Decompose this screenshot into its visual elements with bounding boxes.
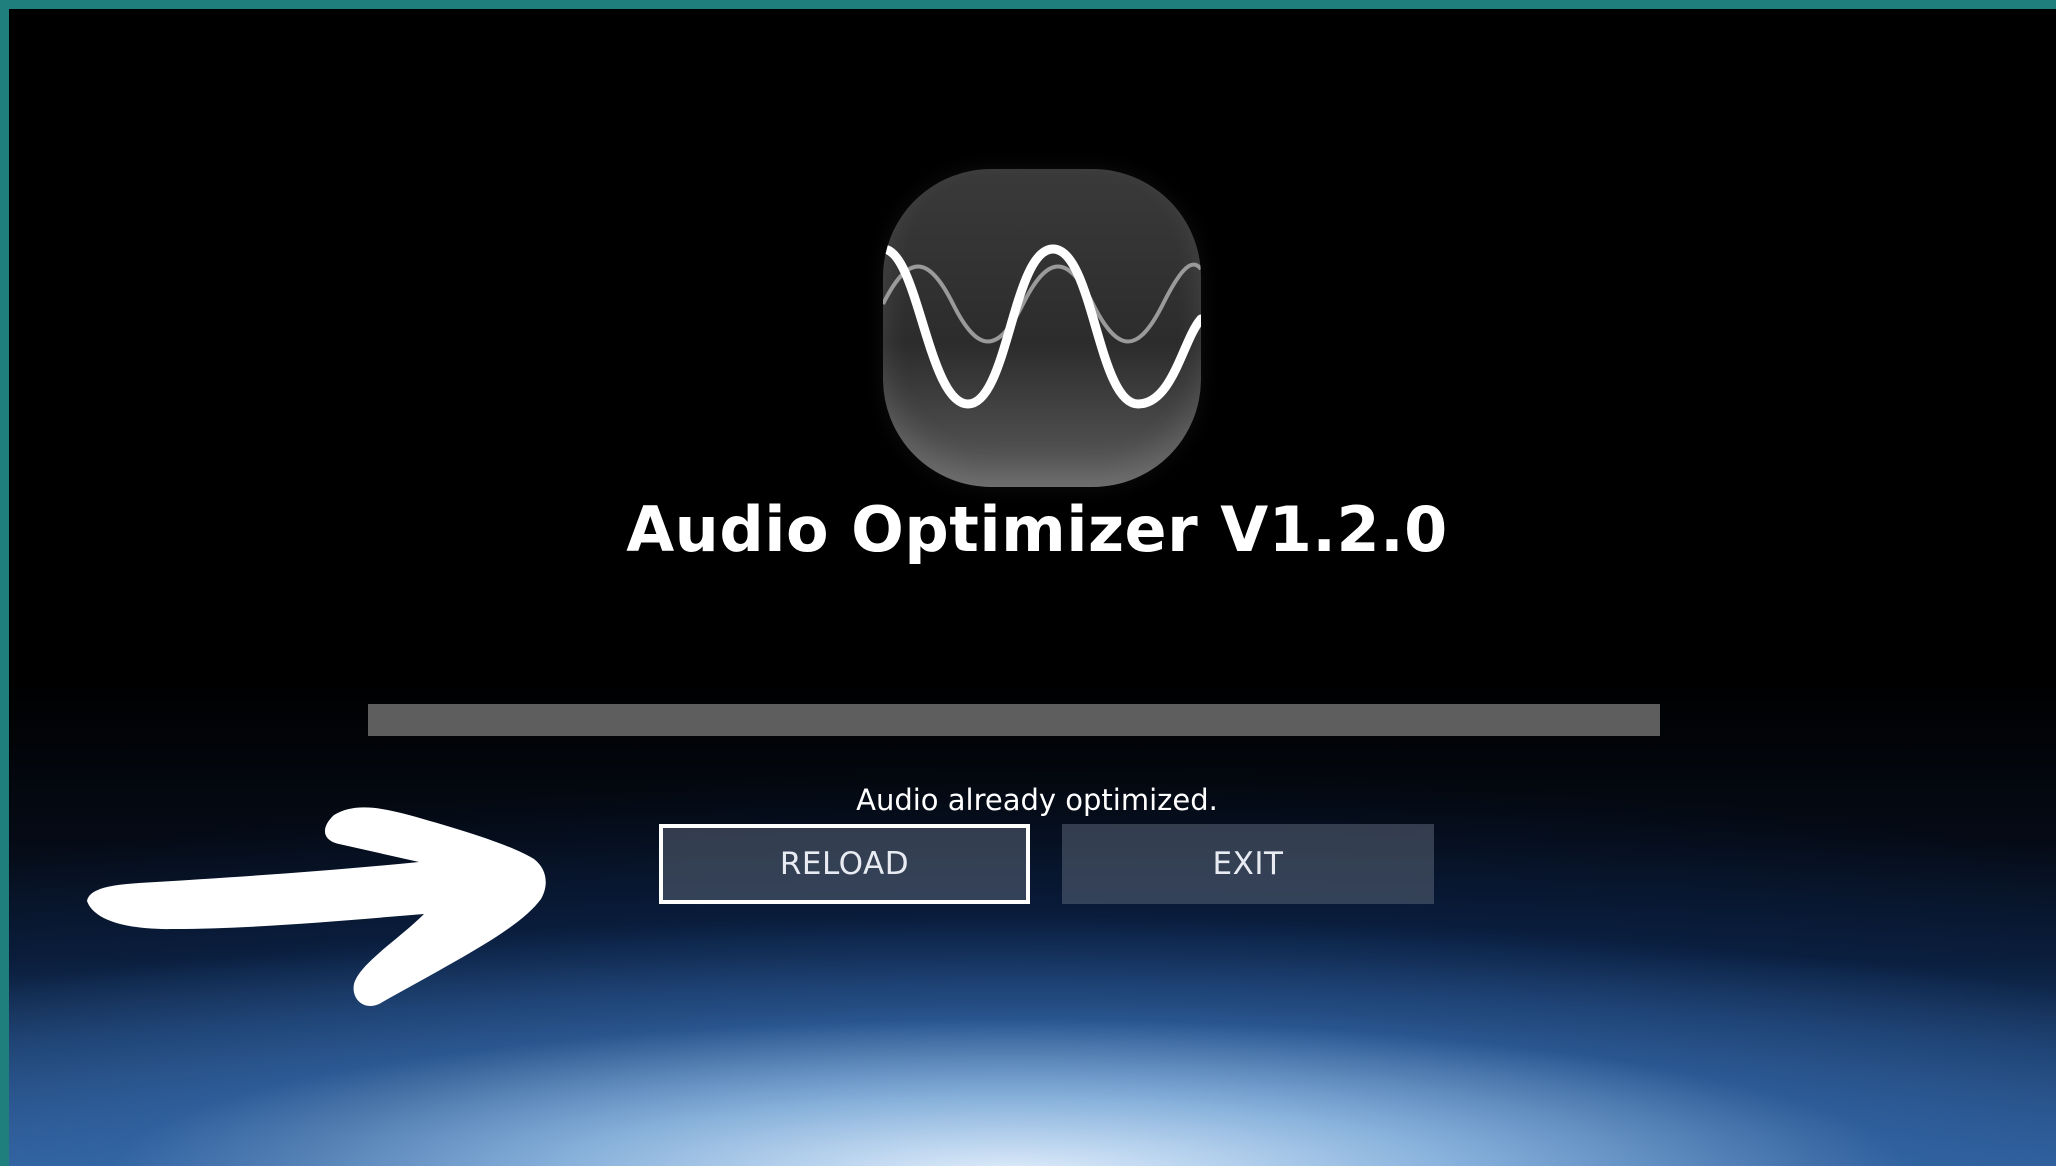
hand-drawn-arrow-icon: [87, 807, 546, 1007]
window-frame: Audio Optimizer V1.2.0 Audio already opt…: [0, 0, 2056, 1166]
reload-button[interactable]: RELOAD: [659, 824, 1030, 904]
progress-fill: [368, 704, 1660, 736]
app-screen: Audio Optimizer V1.2.0 Audio already opt…: [9, 9, 2056, 1166]
sine-wave-icon: [883, 169, 1201, 487]
exit-button[interactable]: EXIT: [1062, 824, 1434, 904]
app-title: Audio Optimizer V1.2.0: [626, 493, 1448, 566]
progress-bar: [368, 704, 1660, 736]
